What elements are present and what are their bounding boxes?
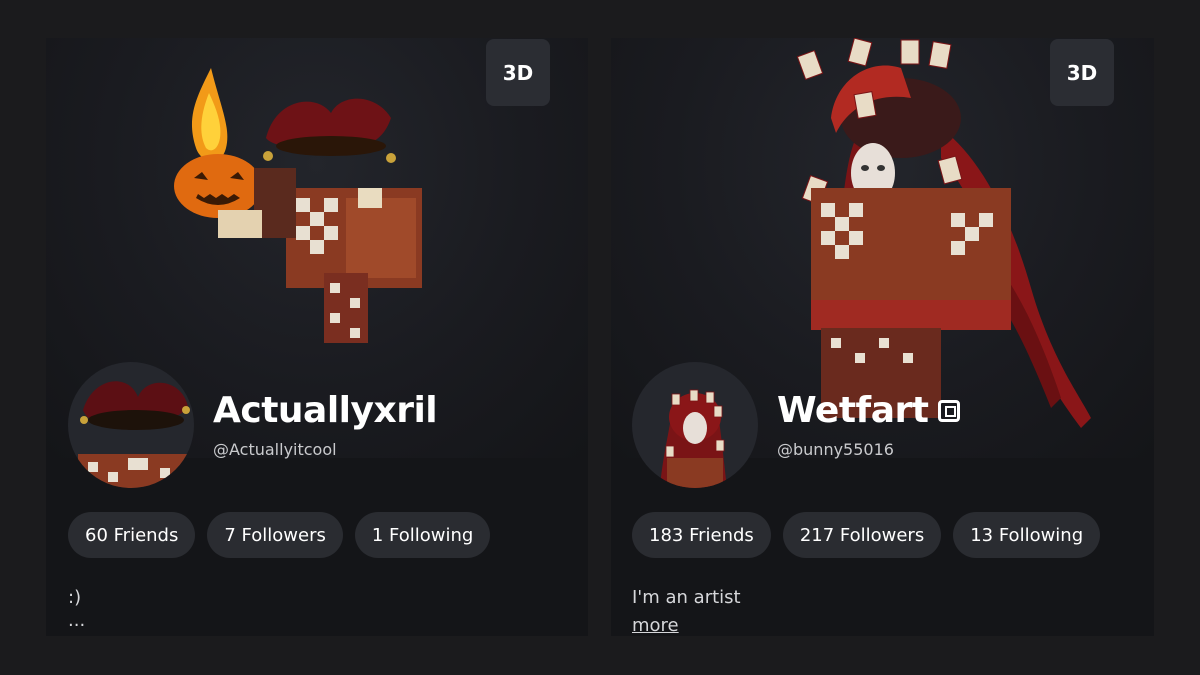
friends-count-button[interactable]: 183 Friends bbox=[632, 512, 771, 558]
username: @Actuallyitcool bbox=[213, 440, 337, 459]
followers-count-button[interactable]: 7 Followers bbox=[207, 512, 343, 558]
profile-bio: I'm an artist more bbox=[632, 584, 741, 636]
followers-count-button[interactable]: 217 Followers bbox=[782, 512, 942, 558]
profile-stats: 60 Friends 7 Followers 1 Following bbox=[68, 512, 491, 558]
display-name-text: Wetfart bbox=[777, 390, 929, 431]
following-count-button[interactable]: 1 Following bbox=[354, 512, 491, 558]
verified-badge-icon bbox=[938, 399, 961, 422]
profile-bio: :) ... bbox=[68, 584, 85, 630]
friends-count-button[interactable]: 60 Friends bbox=[68, 512, 196, 558]
bio-truncation: ... bbox=[68, 610, 86, 631]
bio-text: :) bbox=[68, 587, 82, 608]
profile-stats: 183 Friends 217 Followers 13 Following bbox=[632, 512, 1101, 558]
display-name: Actuallyxril bbox=[213, 390, 438, 431]
avatar-headshot[interactable] bbox=[68, 362, 194, 488]
bio-text: I'm an artist bbox=[632, 587, 741, 608]
view-3d-button[interactable]: 3D bbox=[486, 39, 550, 106]
profile-card-wetfart: 3D Wetfart @bunny55016 183 Friends 217 F… bbox=[611, 38, 1154, 636]
username: @bunny55016 bbox=[777, 440, 894, 459]
display-name: Wetfart bbox=[777, 390, 961, 431]
profile-card-actuallyxril: 3D Actuallyxril @Actuallyitcool 60 Frien… bbox=[46, 38, 588, 636]
bio-more-link[interactable]: more bbox=[632, 612, 741, 636]
display-name-text: Actuallyxril bbox=[213, 390, 438, 431]
avatar-headshot[interactable] bbox=[632, 362, 758, 488]
headshot-image bbox=[660, 389, 727, 488]
headshot-image bbox=[78, 381, 190, 488]
view-3d-button[interactable]: 3D bbox=[1050, 39, 1114, 106]
pumpkin-head bbox=[174, 154, 262, 218]
following-count-button[interactable]: 13 Following bbox=[953, 512, 1101, 558]
